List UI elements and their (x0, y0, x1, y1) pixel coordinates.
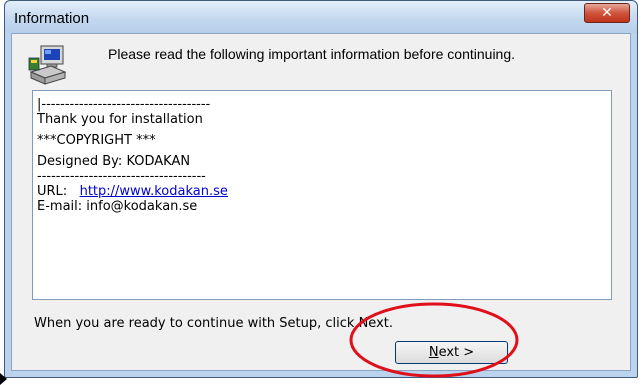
close-icon: ✕ (601, 5, 613, 21)
website-link[interactable]: http://www.kodakan.se (80, 184, 228, 199)
separator-line: ------------------------------------ (37, 169, 206, 184)
info-url-line: URL: http://www.kodakan.se (37, 184, 605, 199)
dialog-content: Please read the following important info… (11, 33, 631, 371)
setup-dialog: Information ✕ Please read the following … (4, 0, 638, 378)
next-button[interactable]: Next > (395, 341, 508, 364)
next-label: ext > (438, 345, 475, 360)
pointer-arrow-icon (0, 373, 7, 385)
separator-line: |------------------------------------ (37, 97, 211, 112)
next-mnemonic: N (428, 345, 439, 360)
close-button[interactable]: ✕ (584, 3, 630, 23)
info-copyright-line: ***COPYRIGHT *** (37, 133, 156, 148)
info-thanks-line: Thank you for installation (37, 112, 203, 127)
header-instruction: Please read the following important info… (108, 46, 516, 62)
information-textbox[interactable]: |------------------------------------ Th… (32, 90, 612, 300)
info-designer-line: Designed By: KODAKAN (37, 154, 191, 169)
setup-computer-icon (28, 45, 67, 85)
continue-instruction: When you are ready to continue with Setu… (34, 316, 393, 331)
info-email-line: E-mail: info@kodakan.se (37, 199, 198, 214)
title-bar[interactable]: Information ✕ (5, 1, 637, 33)
window-title: Information (14, 10, 90, 27)
url-label: URL: (37, 184, 68, 199)
